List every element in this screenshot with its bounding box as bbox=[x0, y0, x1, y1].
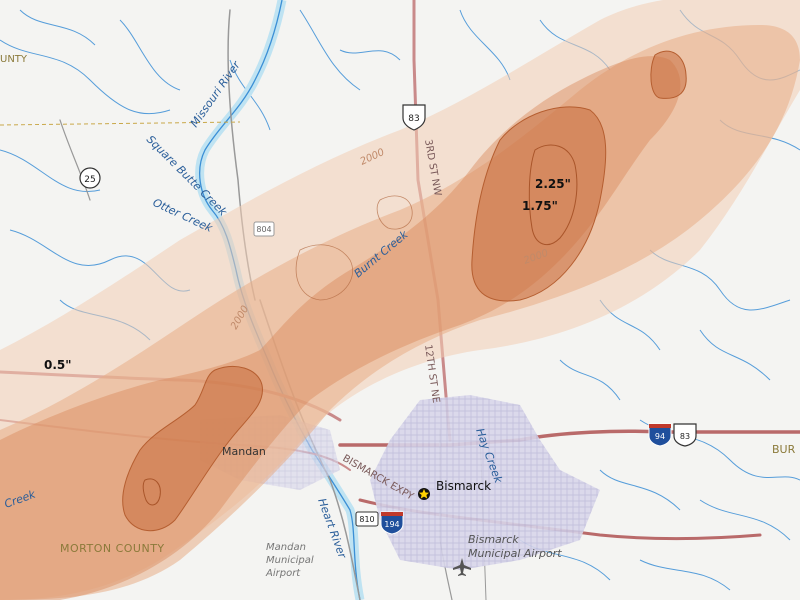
i194-shield: 194 bbox=[380, 511, 404, 535]
bismarck-airport-line1: Bismarck bbox=[468, 533, 519, 546]
us83-number: 83 bbox=[408, 114, 419, 124]
left-county-label: UNTY bbox=[0, 54, 28, 65]
contour-2in-ne bbox=[650, 50, 687, 99]
contour-label-0-5: 0.5" bbox=[44, 358, 72, 372]
route810-number: 810 bbox=[359, 515, 374, 524]
bismarck-airport-line2: Municipal Airport bbox=[468, 547, 562, 560]
mandan-airport-line1: Mandan bbox=[266, 542, 306, 553]
route804-number: 804 bbox=[256, 225, 271, 234]
mandan-airport-line2: Municipal bbox=[266, 555, 314, 566]
us83b-shield: 83 bbox=[673, 423, 697, 447]
route810-shield: 810 bbox=[355, 511, 379, 527]
i94-number: 94 bbox=[655, 432, 665, 441]
hail-swath-map[interactable]: 83 25 804 810 194 94 83 0.5" 1.75" 2.25"… bbox=[0, 0, 800, 600]
bismarck-label: Bismarck bbox=[436, 479, 491, 493]
i194-number: 194 bbox=[384, 520, 399, 529]
nd25-shield: 25 bbox=[79, 167, 101, 189]
contour-label-1-75: 1.75" bbox=[522, 199, 558, 213]
us83b-number: 83 bbox=[680, 432, 690, 441]
morton-county-label: MORTON COUNTY bbox=[60, 542, 165, 555]
nd25-number: 25 bbox=[84, 175, 95, 185]
mandan-label: Mandan bbox=[222, 445, 266, 458]
burleigh-county-label: BUR bbox=[772, 443, 796, 456]
i94-shield: 94 bbox=[648, 423, 672, 447]
mandan-airport-line3: Airport bbox=[265, 568, 301, 579]
contour-label-2-25: 2.25" bbox=[535, 177, 571, 191]
route804-shield: 804 bbox=[253, 221, 275, 237]
capital-star-icon bbox=[418, 488, 430, 500]
